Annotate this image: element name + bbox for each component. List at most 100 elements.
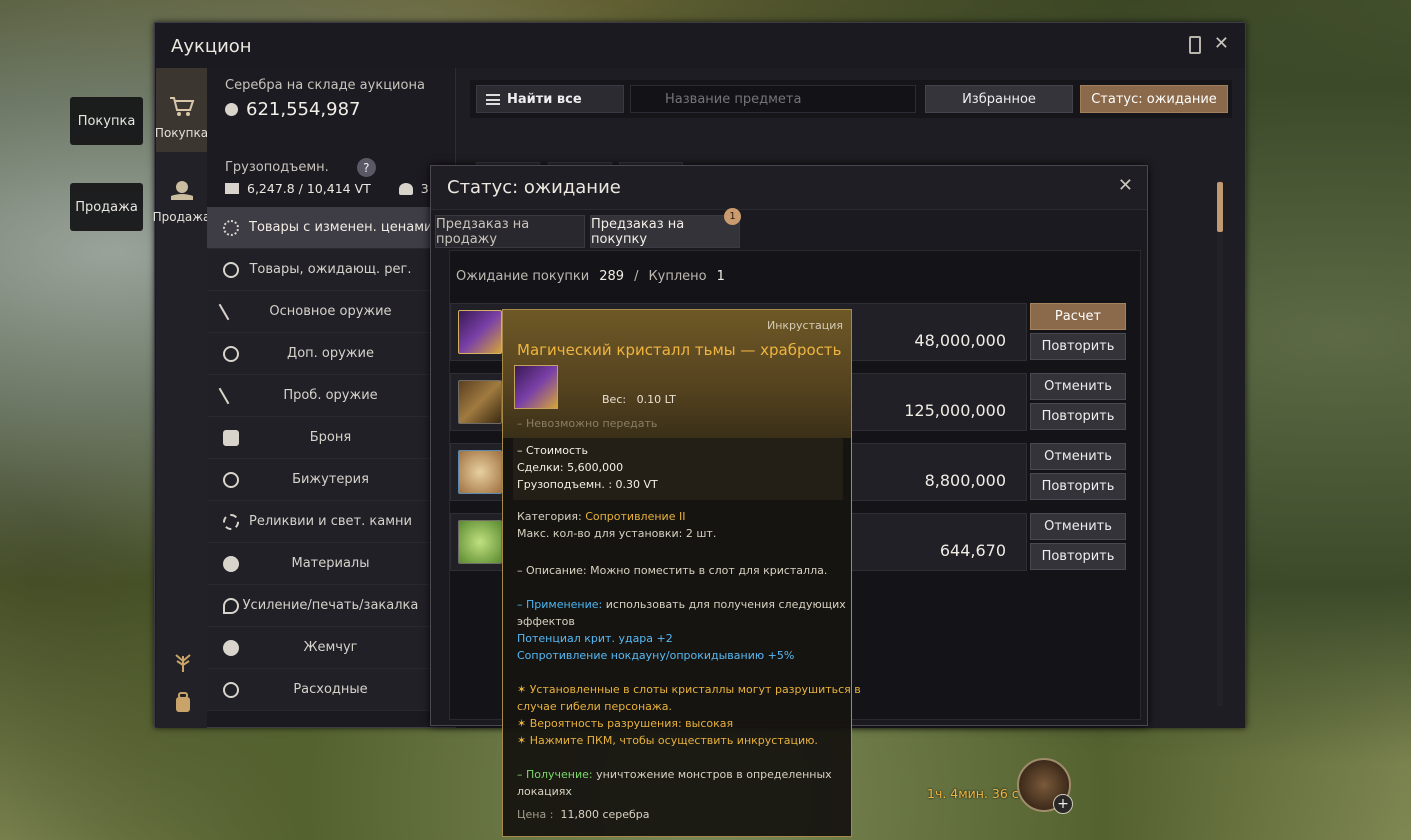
rail-sell[interactable]: Продажа — [153, 152, 210, 236]
rail-sell-label: Продажа — [152, 210, 211, 224]
item-tooltip: Инкрустация Магический кристалл тьмы — х… — [502, 309, 861, 837]
find-all-button[interactable]: Найти все — [476, 85, 624, 113]
search-input[interactable] — [630, 85, 916, 113]
category-label: Бижутерия — [292, 472, 369, 487]
order-price: 644,670 — [939, 541, 1006, 560]
silver-value: 621,554,987 — [246, 99, 361, 120]
effect-2: Сопротивление нокдауну/опрокидыванию +5% — [517, 649, 795, 662]
status-button[interactable]: Статус: ожидание — [1080, 85, 1228, 113]
category-label: Реликвии и свет. камни — [249, 514, 412, 529]
category-item[interactable]: Основное оружие — [207, 291, 454, 333]
category-item[interactable]: Проб. оружие — [207, 375, 454, 417]
backpack-icon[interactable] — [172, 692, 194, 714]
usage-label: – Применение: — [517, 598, 603, 611]
weight-value: 0.10 LT — [636, 393, 676, 406]
max-install: Макс. кол-во для установки: 2 шт. — [517, 527, 717, 540]
repeat-button[interactable]: Повторить — [1030, 333, 1126, 360]
silver-panel: Серебра на складе аукциона 621,554,987 Г… — [207, 68, 454, 228]
category-item[interactable]: Реликвии и свет. камни — [207, 501, 454, 543]
scrollbar-track[interactable] — [1217, 180, 1223, 706]
bought-value: 1 — [716, 269, 725, 284]
category-item[interactable]: Броня — [207, 417, 454, 459]
side-buy-button[interactable]: Покупка — [70, 97, 143, 145]
tab-sell-preorder[interactable]: Предзаказ на продажу — [435, 215, 585, 248]
tree-icon[interactable] — [172, 651, 194, 673]
category-value: Сопротивление II — [585, 510, 686, 523]
category-label: Усиление/печать/закалка — [242, 598, 419, 613]
food-bowl-icon — [458, 450, 502, 494]
scrollbar-thumb[interactable] — [1217, 182, 1223, 232]
order-price: 125,000,000 — [904, 401, 1006, 420]
rail-buy-label: Покупка — [154, 126, 209, 140]
cost-deals: Сделки: 5,600,000 — [517, 461, 624, 474]
cancel-button[interactable]: Отменить — [1030, 513, 1126, 540]
storage-icon — [398, 182, 413, 195]
price-value: 11,800 серебра — [560, 808, 650, 821]
silver-label: Серебра на складе аукциона — [225, 78, 425, 93]
armor-icon — [223, 429, 239, 446]
weight-value: 6,247.8 / 10,414 VT — [247, 181, 371, 196]
weight-icon — [225, 183, 239, 194]
category-item[interactable]: Жемчуг — [207, 627, 454, 669]
sword-icon — [218, 303, 230, 320]
tooltip-kind: Инкрустация — [766, 319, 843, 332]
favorites-button[interactable]: Избранное — [925, 85, 1073, 113]
category-label: Расходные — [293, 682, 368, 697]
orb-icon — [223, 345, 239, 362]
order-price: 48,000,000 — [914, 331, 1006, 350]
category-item[interactable]: Усиление/печать/закалка — [207, 585, 454, 627]
repeat-button[interactable]: Повторить — [1030, 403, 1126, 430]
relic-icon — [223, 513, 239, 530]
usage-text: использовать для получения следующих — [605, 598, 846, 611]
side-sell-button[interactable]: Продажа — [70, 183, 143, 231]
phone-icon[interactable] — [1189, 36, 1201, 54]
gear-icon — [223, 219, 239, 236]
cabbage-icon — [458, 520, 502, 564]
warning-1b: случае гибели персонажа. — [517, 700, 673, 713]
ring-icon — [223, 471, 239, 488]
category-item[interactable]: Товары с изменен. ценами — [207, 207, 454, 249]
repeat-button[interactable]: Повторить — [1030, 473, 1126, 500]
close-icon[interactable]: ✕ — [1214, 33, 1229, 54]
pearl-icon — [223, 639, 239, 656]
category-item[interactable]: Бижутерия — [207, 459, 454, 501]
dagger-icon — [218, 387, 230, 404]
bought-label: Куплено — [648, 269, 707, 284]
cancel-button[interactable]: Отменить — [1030, 443, 1126, 470]
left-rail: Покупка Продажа — [153, 68, 210, 728]
category-item[interactable]: Расходные — [207, 669, 454, 711]
tab-buy-preorder[interactable]: Предзаказ на покупку 1 — [590, 208, 741, 248]
cancel-button[interactable]: Отменить — [1030, 373, 1126, 400]
tab-badge: 1 — [724, 208, 741, 225]
price-line: Цена : 11,800 серебра — [517, 808, 650, 821]
settle-button[interactable]: Расчет — [1030, 303, 1126, 330]
hud-timer: 1ч. 4мин. 36 с. — [927, 786, 1023, 801]
warning-2: ✶ Вероятность разрушения: высокая — [517, 717, 734, 730]
clock-icon — [223, 261, 239, 278]
category-item[interactable]: Материалы — [207, 543, 454, 585]
cost-weight: Грузоподъемн. : 0.30 VT — [517, 478, 658, 491]
pot-icon — [223, 555, 239, 572]
category-item[interactable]: Товары, ожидающ. рег. — [207, 249, 454, 291]
obtain-label: – Получение: — [517, 768, 593, 781]
close-icon[interactable]: ✕ — [1118, 175, 1133, 196]
category-line: Категория: Сопротивление II — [517, 510, 685, 523]
list-icon — [486, 94, 500, 105]
wait-label: Ожидание покупки — [456, 269, 590, 284]
obtain-text-2: локациях — [517, 785, 572, 798]
weight-label-row: Грузоподъемн. ? — [225, 158, 454, 177]
category-label: Товары с изменен. ценами — [249, 220, 433, 235]
wait-value: 289 — [599, 269, 625, 284]
orders-summary: Ожидание покупки 289 / Куплено 1 — [456, 269, 725, 284]
cart-icon — [169, 97, 194, 116]
category-item[interactable]: Доп. оружие — [207, 333, 454, 375]
help-icon[interactable]: ? — [356, 158, 376, 177]
separator: / — [634, 269, 639, 284]
weight-value-row: 6,247.8 / 10,414 VT 31 — [225, 181, 454, 196]
category-label: Основное оружие — [269, 304, 392, 319]
rail-buy[interactable]: Покупка — [154, 68, 209, 152]
weight-label: Вес: — [602, 393, 627, 406]
category-label: Товары, ожидающ. рег. — [249, 262, 412, 277]
repeat-button[interactable]: Повторить — [1030, 543, 1126, 570]
hud-plus-button[interactable]: + — [1053, 794, 1073, 814]
